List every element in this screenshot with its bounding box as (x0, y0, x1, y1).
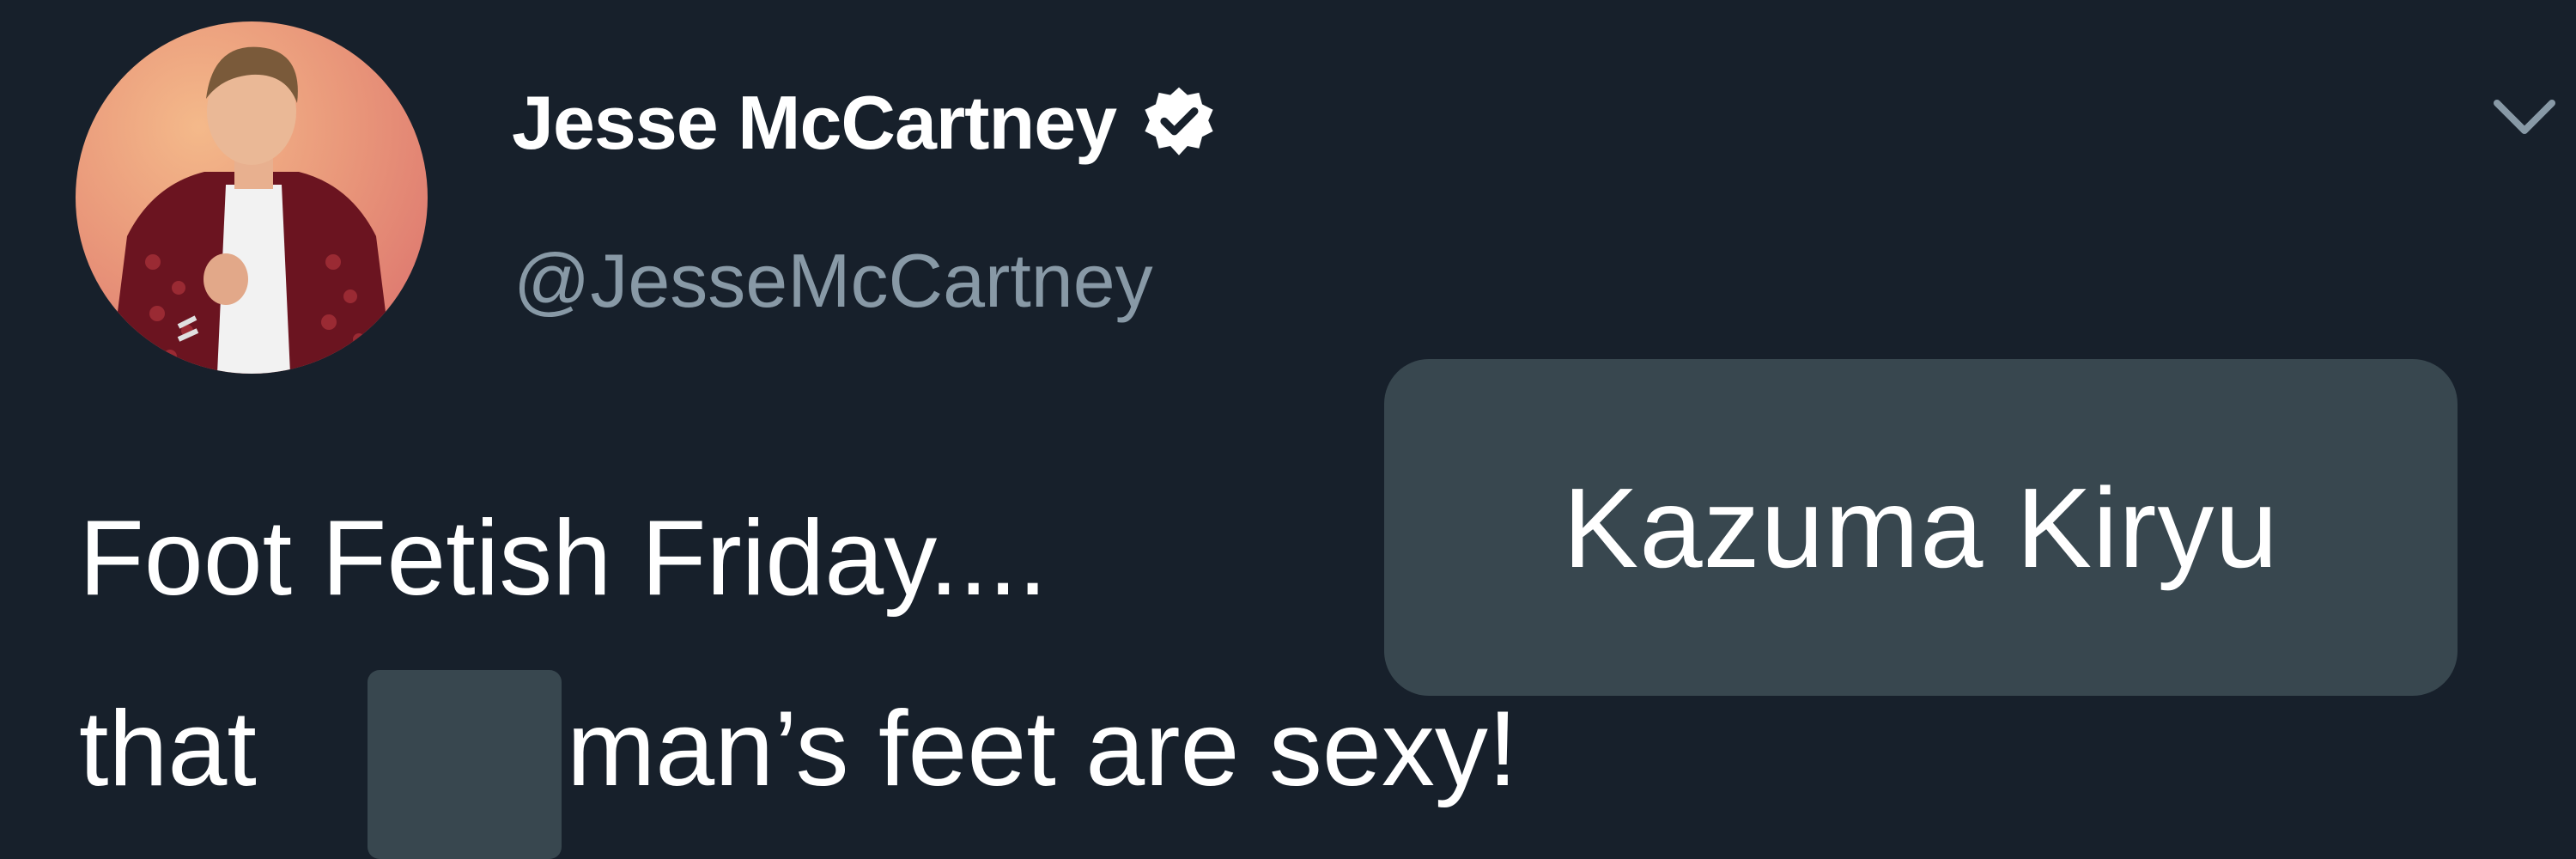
chevron-down-icon[interactable] (2490, 93, 2559, 144)
avatar[interactable] (76, 21, 428, 374)
verified-badge-icon (1140, 84, 1218, 161)
tweet-text-line-2-end: man’s feet are sexy! (567, 690, 1518, 808)
tweet-card: Jesse McCartney @JesseMcCartney Foot Fet… (0, 0, 2576, 859)
overlay-label-box: Kazuma Kiryu (1384, 359, 2458, 696)
overlay-label-text: Kazuma Kiryu (1563, 464, 2279, 591)
user-handle[interactable]: @JesseMcCartney (513, 237, 1153, 325)
tweet-text-line-2-start: that (79, 690, 257, 808)
redaction-box (368, 670, 562, 859)
display-name[interactable]: Jesse McCartney (512, 79, 1117, 167)
display-name-row[interactable]: Jesse McCartney (512, 76, 1218, 170)
tweet-text-line-1: Foot Fetish Friday.... (79, 499, 1048, 618)
